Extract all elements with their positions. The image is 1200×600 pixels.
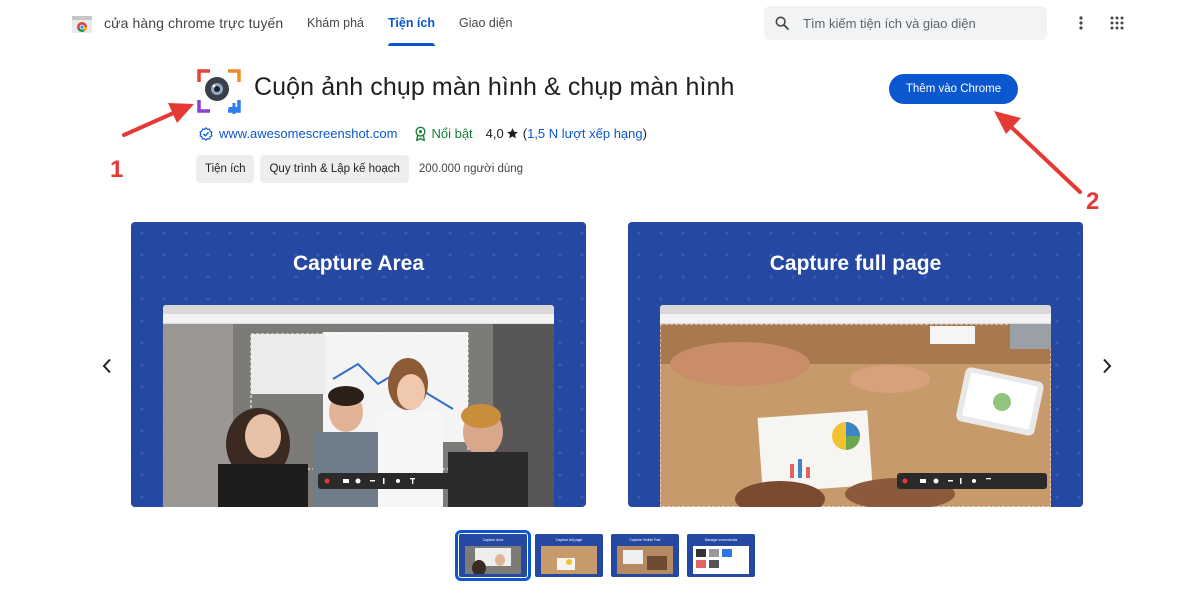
search-box[interactable] (764, 6, 1047, 40)
thumbnail-manage-screenshots[interactable]: Manage screenshots (687, 534, 755, 577)
nav-themes[interactable]: Giao diện (459, 0, 513, 46)
carousel-thumbnails: Capture Area Capture full page Capture V… (455, 530, 755, 581)
featured-label: Nổi bật (431, 126, 473, 141)
awesome-screenshot-logo-icon (197, 69, 241, 114)
thumbnail-label: Manage screenshots (704, 538, 738, 542)
rating-value: 4,0 (485, 126, 504, 141)
store-brand[interactable]: cửa hàng chrome trực tuyến (70, 11, 283, 35)
thumbnail-capture-visible-part[interactable]: Capture Visible Part (611, 534, 679, 577)
search-icon (775, 16, 789, 30)
screenshot-slide-capture-full-page[interactable]: Capture full page (628, 222, 1083, 507)
slide-browser-mockup (163, 305, 554, 507)
thumbnail-capture-area[interactable]: Capture Area (455, 530, 531, 581)
annotation-arrow-1 (122, 103, 194, 137)
office-meeting-photo (163, 324, 554, 507)
user-count: 200.000 người dùng (418, 163, 524, 175)
more-vert-icon[interactable] (1071, 13, 1091, 33)
slide-browser-mockup (660, 305, 1051, 507)
meta-row: www.awesomescreenshot.com Nổi bật 4,0 ( … (199, 126, 647, 141)
apps-grid-icon[interactable] (1107, 13, 1127, 33)
screenshot-slide-capture-area[interactable]: Capture Area (131, 222, 586, 507)
star-icon (506, 128, 518, 139)
top-header: cửa hàng chrome trực tuyến Khám phá Tiện… (0, 0, 1200, 48)
chrome-web-store-logo-icon (72, 16, 92, 33)
category-chips: Tiện ích Quy trình & Lập kế hoạch 200.00… (196, 155, 523, 183)
search-input[interactable] (803, 15, 1033, 31)
annotation-number-1: 1 (110, 156, 124, 183)
carousel-prev-button[interactable] (96, 355, 118, 377)
rating-paren-close: ) (642, 126, 647, 141)
featured-badge-icon (415, 126, 427, 141)
annotation-number-2: 2 (1086, 188, 1100, 215)
chevron-left-icon (102, 358, 111, 374)
chevron-right-icon (1103, 358, 1112, 374)
add-to-chrome-button[interactable]: Thêm vào Chrome (889, 74, 1018, 104)
chip-extension[interactable]: Tiện ích (196, 155, 255, 183)
slide-title: Capture Area (292, 252, 425, 275)
thumbnail-label: Capture full page (555, 538, 583, 542)
website-link[interactable]: www.awesomescreenshot.com (219, 126, 397, 141)
desk-teamwork-photo (660, 324, 1051, 507)
carousel-next-button[interactable] (1096, 355, 1118, 377)
top-nav: Khám phá Tiện ích Giao diện (307, 0, 537, 46)
slide-title: Capture full page (769, 252, 942, 275)
nav-extensions[interactable]: Tiện ích (387, 0, 436, 46)
store-name: cửa hàng chrome trực tuyến (104, 15, 284, 31)
thumbnail-label: Capture Area (482, 538, 504, 542)
thumbnail-capture-full-page[interactable]: Capture full page (535, 534, 603, 577)
nav-discover[interactable]: Khám phá (307, 0, 364, 46)
verified-icon (199, 126, 213, 141)
extension-title: Cuộn ảnh chụp màn hình & chụp màn hình (254, 73, 735, 101)
annotation-arrow-2 (994, 111, 1082, 194)
chip-workflow-planning[interactable]: Quy trình & Lập kế hoạch (260, 155, 409, 183)
thumbnail-label: Capture Visible Part (629, 538, 661, 542)
rating-count-link[interactable]: 1,5 N lượt xếp hạng (527, 126, 643, 141)
